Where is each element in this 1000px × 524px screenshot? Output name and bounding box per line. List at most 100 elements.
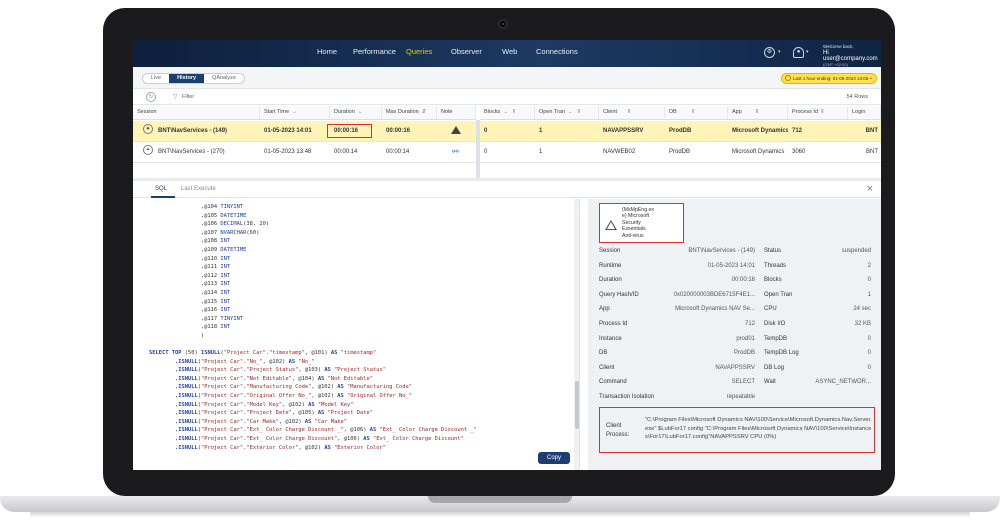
detail-label: Blocks: [764, 277, 782, 284]
detail-label: DB Log: [764, 364, 785, 371]
mode-live[interactable]: Live: [143, 74, 169, 83]
cell-process-id: 712: [792, 128, 803, 134]
cell-session[interactable]: ✦ BNT\NavServices - (149): [133, 121, 260, 141]
plan-icon[interactable]: ⚯: [452, 147, 459, 156]
cell-note[interactable]: ⚯: [437, 142, 476, 162]
col-db[interactable]: DB ⫪: [665, 106, 728, 120]
detail-label: Client: [599, 364, 615, 371]
mode-history[interactable]: History: [169, 74, 205, 83]
top-navigation: Home Performance Queries Observer Web Co…: [133, 40, 881, 67]
sql-line: ,@114 INT: [149, 289, 231, 296]
col-note[interactable]: Note: [437, 106, 476, 120]
refresh-icon[interactable]: ↻: [146, 92, 156, 102]
sql-line: ,ISNULL("Project Car"."Project Status", …: [149, 367, 386, 374]
sql-line: ,ISNULL("Project Car"."Exterior Color", …: [149, 444, 386, 451]
sql-scrollbar-thumb[interactable]: [575, 381, 579, 429]
cell-blocks: 0: [484, 128, 488, 134]
client-process-box: Client Process: "C:\Program Files\Microso…: [599, 407, 875, 453]
sql-line: ,@104 TINYINT: [149, 204, 244, 210]
mode-qanalyze[interactable]: QAnalyze: [204, 74, 244, 83]
detail-value: 24 sec: [853, 306, 871, 313]
sql-scrollbar[interactable]: [574, 199, 579, 470]
cell-process-id: 3060: [792, 149, 806, 155]
client-process-label: Client Process:: [606, 423, 630, 438]
cell-app: Microsoft Dynamics: [732, 128, 788, 134]
col-max-duration[interactable]: Max Duration ⇵: [382, 106, 437, 120]
col-login[interactable]: Login: [848, 106, 881, 120]
laptop-notch: [428, 496, 572, 503]
query-details: (MsMpEng.ex e) Microsoft Security Essent…: [588, 199, 881, 470]
cell-session[interactable]: ✦ BNT\NavServices - (270): [133, 142, 260, 162]
cell-client: NAVWEB02: [603, 149, 636, 155]
detail-label: Instance: [599, 335, 622, 342]
col-open-tran[interactable]: Open Tran ⌄ ⫪: [535, 106, 599, 120]
col-process-id[interactable]: Process Id ⫪: [788, 106, 848, 120]
detail-value: NAVAPPSSRV: [715, 364, 755, 371]
detail-value: 00:00:16: [731, 277, 755, 284]
clock-icon: [785, 75, 791, 81]
detail-label: Process Id: [599, 321, 628, 327]
nav-web[interactable]: Web: [502, 47, 517, 56]
gear-icon[interactable]: ⚙: [764, 47, 775, 58]
detail-value: 1: [867, 291, 871, 298]
user-icon[interactable]: ●: [793, 47, 804, 58]
laptop-shadow: [30, 512, 970, 518]
warning-icon: [605, 220, 617, 230]
user-info[interactable]: Welcome back, Hi user@company.com (GMT +…: [823, 44, 881, 68]
chevron-down-icon[interactable]: ▾: [806, 49, 809, 55]
col-start-time[interactable]: Start Time ⌄: [260, 106, 330, 120]
cell-login: BNT: [865, 128, 878, 134]
detail-value: 0: [867, 350, 871, 357]
time-range-picker[interactable]: Last 1 hour ending: 01-05-2023 14:05 ⌄: [781, 73, 877, 84]
cell-open-tran: 1: [539, 149, 543, 155]
grid-splitter[interactable]: [476, 120, 480, 178]
nav-queries[interactable]: Queries: [406, 47, 432, 56]
cell-blocks: 0: [484, 149, 488, 155]
detail-value: 0: [867, 277, 871, 284]
session-icon: ✦: [143, 124, 153, 135]
warning-icon[interactable]: [451, 126, 461, 135]
detail-label: Session: [599, 248, 621, 254]
detail-label: DB: [599, 350, 608, 357]
cell-app: Microsoft Dynamics: [732, 149, 785, 155]
tab-sql[interactable]: SQL: [155, 186, 167, 192]
time-range-label: Last 1 hour ending: 01-05-2023 14:05: [793, 76, 869, 81]
sql-line: ,@113 INT: [149, 281, 231, 288]
detail-value: 01-05-2023 14:01: [707, 262, 755, 269]
nav-connections[interactable]: Connections: [536, 47, 578, 56]
filter-label[interactable]: Filter: [182, 94, 194, 100]
col-duration[interactable]: Duration ⌄: [330, 106, 382, 120]
detail-label: Threads: [764, 262, 787, 269]
detail-value: 0: [867, 335, 871, 342]
sql-editor[interactable]: ,@104 TINYINT ,@105 DATETIME ,@106 DECIM…: [133, 199, 580, 470]
nav-performance[interactable]: Performance: [353, 47, 396, 56]
detail-value: ProdDB: [733, 350, 755, 357]
cell-note[interactable]: [437, 121, 476, 141]
sql-line: ,@112 INT: [149, 272, 231, 279]
detail-value: prod01: [736, 335, 755, 342]
copy-button[interactable]: Copy: [538, 452, 570, 464]
tooltip-line: Anti-virus: [622, 232, 644, 239]
sql-line: ,@108 INT: [149, 238, 231, 245]
col-session[interactable]: Session: [133, 106, 260, 120]
detail-label: Open Tran: [764, 291, 793, 298]
sql-line: ,ISNULL("Project Car"."Ext_ Color Charge…: [149, 436, 464, 443]
close-icon[interactable]: ×: [867, 183, 873, 195]
cell-duration: 00:00:14: [334, 149, 358, 155]
nav-home[interactable]: Home: [317, 47, 337, 56]
tab-last-execute[interactable]: Last Execute: [181, 186, 216, 192]
control-bar: Live History QAnalyze Last 1 hour ending…: [133, 67, 881, 89]
col-blocks[interactable]: Blocks ⌄ ⫪: [480, 106, 535, 120]
process-tooltip: (MsMpEng.ex e) Microsoft Security Essent…: [599, 203, 684, 243]
cell-client: NAVAPPSSRV: [603, 128, 644, 134]
nav-observer[interactable]: Observer: [451, 47, 482, 56]
active-tab-indicator: [151, 196, 175, 198]
detail-value: ASYNC_NETWOR...: [815, 379, 871, 386]
row-count: 54 Rows: [846, 94, 868, 100]
detail-value: 0: [867, 364, 871, 371]
cell-db: ProdDB: [669, 128, 692, 134]
col-app[interactable]: App ⫪: [728, 106, 788, 120]
filter-icon[interactable]: ▽: [173, 93, 178, 100]
col-client[interactable]: Client ⫪: [599, 106, 665, 120]
chevron-down-icon[interactable]: ▾: [778, 49, 781, 55]
